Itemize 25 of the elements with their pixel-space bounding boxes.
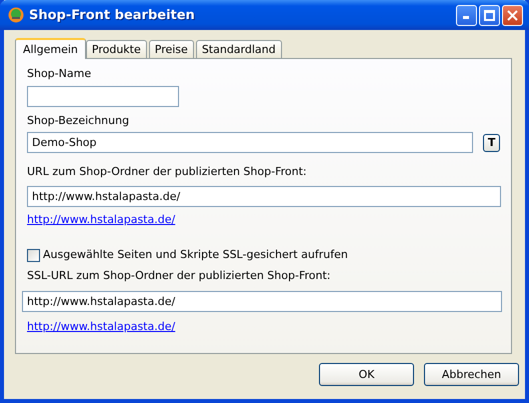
text-field[interactable] bbox=[27, 86, 179, 107]
checkbox[interactable] bbox=[27, 248, 40, 262]
field-label: URL zum Shop-Ordner der publizierten Shop-Front: bbox=[27, 165, 308, 179]
field-label: Shop-Bezeichnung bbox=[27, 114, 130, 128]
url-field[interactable]: http://www.hstalapasta.de/ bbox=[27, 186, 501, 207]
close-icon bbox=[507, 10, 518, 20]
text-field[interactable]: Demo-Shop bbox=[27, 132, 474, 153]
url-link[interactable]: http://www.hstalapasta.de/ bbox=[27, 213, 176, 226]
url-field[interactable]: http://www.hstalapasta.de/ bbox=[22, 291, 502, 312]
maximize-button[interactable] bbox=[479, 4, 500, 26]
minimize-button[interactable] bbox=[456, 4, 477, 26]
maximize-icon bbox=[484, 10, 495, 20]
checkbox-label: Ausgewählte Seiten und Skripte SSL-gesichert aufrufen bbox=[43, 248, 348, 262]
close-button[interactable] bbox=[502, 4, 523, 26]
field-label: Shop-Name bbox=[27, 67, 92, 81]
text-format-button[interactable]: T bbox=[483, 134, 500, 152]
tab[interactable]: Produkte bbox=[86, 40, 147, 58]
tab[interactable]: Preise bbox=[148, 40, 194, 58]
url-link[interactable]: http://www.hstalapasta.de/ bbox=[27, 320, 176, 333]
dialog-button[interactable]: Abbrechen bbox=[424, 363, 519, 386]
dialog-button[interactable]: OK bbox=[319, 363, 414, 386]
field-label: SSL-URL zum Shop-Ordner der publizierten Shop-Front: bbox=[27, 269, 332, 283]
window-title: Shop-Front bearbeiten bbox=[29, 8, 196, 22]
tab[interactable]: Standardland bbox=[196, 40, 282, 58]
tab[interactable]: Allgemein bbox=[15, 38, 86, 59]
